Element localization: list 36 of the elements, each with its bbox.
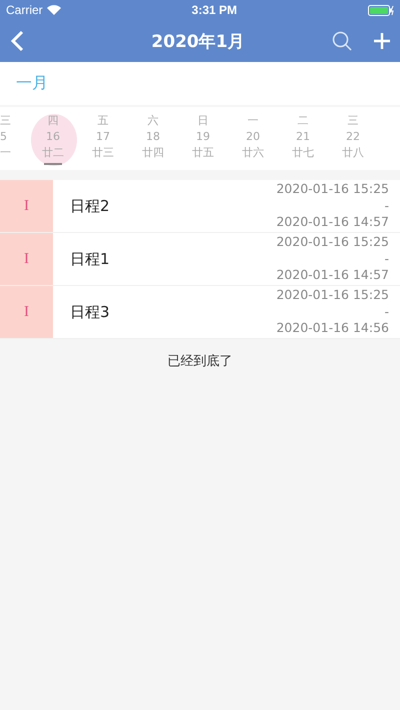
day-cell[interactable]: 六 18 廿四 bbox=[128, 107, 178, 170]
event-end: 2020-01-16 14:57 bbox=[276, 267, 389, 284]
day-cell[interactable]: 一 20 廿六 bbox=[228, 107, 278, 170]
event-start: 2020-01-16 15:25 bbox=[276, 181, 389, 198]
nav-title: 2020年1月 bbox=[150, 30, 246, 52]
day-cell[interactable]: 二 21 廿七 bbox=[278, 107, 328, 170]
event-separator: - bbox=[384, 198, 389, 214]
event-start: 2020-01-16 15:25 bbox=[276, 287, 389, 304]
event-end: 2020-01-16 14:57 bbox=[276, 214, 389, 231]
day-cell[interactable]: 三 5 一 bbox=[0, 107, 28, 170]
month-label: 一月 bbox=[16, 73, 48, 94]
event-marker: I bbox=[24, 198, 29, 214]
day-cell[interactable]: 五 17 廿三 bbox=[78, 107, 128, 170]
event-separator: - bbox=[384, 250, 389, 268]
event-separator: - bbox=[384, 304, 389, 320]
event-end: 2020-01-16 14:56 bbox=[276, 320, 389, 337]
day-cell[interactable]: 四 16 廿二 bbox=[28, 107, 78, 170]
event-marker: I bbox=[24, 304, 29, 320]
carrier-label: Carrier bbox=[6, 3, 43, 17]
event-start: 2020-01-16 15:25 bbox=[276, 234, 389, 251]
event-row[interactable]: I 日程1 2020-01-16 15:25 - 2020-01-16 14:57 bbox=[0, 233, 400, 286]
day-cell[interactable]: 三 22 廿八 bbox=[328, 107, 378, 170]
day-cell[interactable]: 日 19 廿五 bbox=[178, 107, 228, 170]
add-icon[interactable] bbox=[374, 33, 390, 49]
event-title: 日程3 bbox=[70, 302, 110, 322]
event-title: 日程1 bbox=[70, 250, 110, 268]
battery-icon bbox=[368, 4, 394, 16]
wifi-icon bbox=[46, 5, 61, 15]
search-icon[interactable] bbox=[332, 31, 352, 51]
end-of-list-text: 已经到底了 bbox=[168, 354, 232, 369]
event-marker: I bbox=[24, 250, 29, 268]
clock: 3:31 PM bbox=[192, 3, 238, 17]
event-title: 日程2 bbox=[70, 196, 110, 216]
event-row[interactable]: I 日程3 2020-01-16 15:25 - 2020-01-16 14:56 bbox=[0, 286, 400, 339]
back-icon[interactable] bbox=[10, 30, 24, 52]
event-row[interactable]: I 日程2 2020-01-16 15:25 - 2020-01-16 14:57 bbox=[0, 180, 400, 233]
